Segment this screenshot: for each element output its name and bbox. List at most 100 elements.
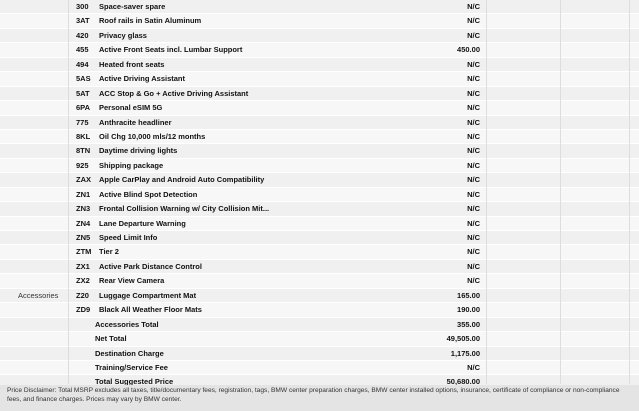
option-code: ZAX bbox=[76, 175, 91, 185]
option-description: Speed Limit Info bbox=[99, 233, 158, 242]
option-row: ZTM Tier 2 N/C bbox=[0, 245, 639, 260]
option-description: Space-saver spare bbox=[99, 2, 166, 11]
option-price: 450.00 bbox=[457, 45, 480, 55]
total-label: Accessories Total bbox=[95, 319, 159, 329]
option-row: 8TN Daytime driving lights N/C bbox=[0, 144, 639, 159]
option-row: ZN4 Lane Departure Warning N/C bbox=[0, 216, 639, 231]
option-price: N/C bbox=[467, 160, 480, 170]
column-divider bbox=[68, 0, 69, 384]
option-description: ACC Stop & Go + Active Driving Assistant bbox=[99, 88, 249, 98]
option-code: 6PA bbox=[76, 103, 91, 113]
option-row: 300 Space-saver spare N/C bbox=[0, 0, 639, 15]
column-divider bbox=[629, 0, 630, 384]
option-code: 8TN bbox=[76, 146, 91, 156]
option-price: N/C bbox=[467, 233, 480, 242]
total-row: Net Total 49,505.00 bbox=[0, 332, 639, 347]
option-row: ZN3 Frontal Collision Warning w/ City Col… bbox=[0, 202, 639, 217]
option-row: 3AT Roof rails in Satin Aluminum N/C bbox=[0, 14, 639, 29]
option-row: ZD9 Black All Weather Floor Mats 190.00 bbox=[0, 303, 639, 318]
option-code: 5AT bbox=[76, 88, 90, 98]
option-code: ZTM bbox=[76, 247, 92, 257]
option-code: 3AT bbox=[76, 16, 90, 26]
option-code: ZN5 bbox=[76, 233, 91, 242]
option-price: N/C bbox=[467, 16, 480, 26]
total-label: Training/Service Fee bbox=[95, 362, 168, 372]
option-price: N/C bbox=[467, 74, 480, 84]
option-row: 6PA Personal eSIM 5G N/C bbox=[0, 101, 639, 116]
option-code: Z20 bbox=[76, 290, 89, 300]
option-code: 775 bbox=[76, 117, 89, 127]
option-description: Luggage Compartment Mat bbox=[99, 290, 197, 300]
option-price: N/C bbox=[467, 247, 480, 257]
option-description: Rear View Camera bbox=[99, 276, 165, 286]
option-category: Accessories bbox=[18, 290, 59, 300]
price-disclaimer: Price Disclaimer: Total MSRP excludes al… bbox=[0, 385, 639, 411]
option-code: 300 bbox=[76, 2, 89, 11]
option-description: Tier 2 bbox=[99, 247, 119, 257]
option-price: N/C bbox=[467, 131, 480, 141]
option-description: Personal eSIM 5G bbox=[99, 103, 163, 113]
option-code: 8KL bbox=[76, 131, 91, 141]
total-row: Training/Service Fee N/C bbox=[0, 360, 639, 376]
option-row: ZAX Apple CarPlay and Android Auto Compat… bbox=[0, 173, 639, 188]
option-price: N/C bbox=[467, 103, 480, 113]
option-row: 5AS Active Driving Assistant N/C bbox=[0, 72, 639, 87]
option-description: Lane Departure Warning bbox=[99, 218, 186, 228]
price-sheet: 300 Space-saver spare N/C 3AT Roof rails in … bbox=[0, 0, 639, 411]
option-price: N/C bbox=[467, 30, 480, 40]
option-price: N/C bbox=[467, 59, 480, 69]
option-description: Black All Weather Floor Mats bbox=[99, 305, 202, 315]
option-description: Active Driving Assistant bbox=[99, 74, 185, 84]
total-row: Accessories Total 355.00 bbox=[0, 317, 639, 333]
option-code: 494 bbox=[76, 59, 89, 69]
option-description: Roof rails in Satin Aluminum bbox=[99, 16, 202, 26]
option-description: Heated front seats bbox=[99, 59, 165, 69]
total-row: Destination Charge 1,175.00 bbox=[0, 346, 639, 361]
option-row: ZN1 Active Blind Spot Detection N/C bbox=[0, 187, 639, 203]
option-price: N/C bbox=[467, 146, 480, 156]
option-price: N/C bbox=[467, 2, 480, 11]
option-description: Daytime driving lights bbox=[99, 146, 178, 156]
option-description: Frontal Collision Warning w/ City Collis… bbox=[99, 204, 270, 214]
option-row: 775 Anthracite headliner N/C bbox=[0, 115, 639, 130]
option-row: Accessories Z20 Luggage Compartment Mat 165… bbox=[0, 288, 639, 304]
option-row: ZX1 Active Park Distance Control N/C bbox=[0, 259, 639, 275]
option-code: ZN4 bbox=[76, 218, 91, 228]
option-description: Oil Chg 10,000 mls/12 months bbox=[99, 131, 206, 141]
option-description: Active Front Seats incl. Lumbar Support bbox=[99, 45, 243, 55]
total-label: Destination Charge bbox=[95, 348, 164, 358]
option-row: 5AT ACC Stop & Go + Active Driving Assist… bbox=[0, 86, 639, 102]
option-price: N/C bbox=[467, 175, 480, 185]
option-price: 190.00 bbox=[457, 305, 480, 315]
option-price: N/C bbox=[467, 276, 480, 286]
option-description: Active Park Distance Control bbox=[99, 261, 202, 271]
column-divider bbox=[560, 0, 561, 384]
option-row: 420 Privacy glass N/C bbox=[0, 28, 639, 44]
total-value: 355.00 bbox=[457, 319, 480, 329]
option-description: Shipping package bbox=[99, 160, 164, 170]
option-price: N/C bbox=[467, 189, 480, 199]
options-table: 300 Space-saver spare N/C 3AT Roof rails in … bbox=[0, 0, 639, 390]
total-value: 49,505.00 bbox=[446, 334, 480, 344]
option-code: 5AS bbox=[76, 74, 91, 84]
option-row: 455 Active Front Seats incl. Lumbar Suppo… bbox=[0, 43, 639, 58]
option-description: Apple CarPlay and Android Auto Compatibi… bbox=[99, 175, 265, 185]
total-label: Net Total bbox=[95, 334, 127, 344]
option-code: 925 bbox=[76, 160, 89, 170]
option-description: Anthracite headliner bbox=[99, 117, 172, 127]
option-price: 165.00 bbox=[457, 290, 480, 300]
option-code: ZD9 bbox=[76, 305, 91, 315]
option-row: ZN5 Speed Limit Info N/C bbox=[0, 231, 639, 246]
option-description: Privacy glass bbox=[99, 30, 147, 40]
option-price: N/C bbox=[467, 204, 480, 214]
option-price: N/C bbox=[467, 88, 480, 98]
option-row: 494 Heated front seats N/C bbox=[0, 57, 639, 73]
option-row: ZX2 Rear View Camera N/C bbox=[0, 274, 639, 289]
option-price: N/C bbox=[467, 261, 480, 271]
option-code: ZN1 bbox=[76, 189, 91, 199]
option-code: 455 bbox=[76, 45, 89, 55]
option-code: 420 bbox=[76, 30, 89, 40]
option-code: ZX1 bbox=[76, 261, 90, 271]
total-value: 1,175.00 bbox=[450, 348, 480, 358]
total-value: N/C bbox=[467, 362, 480, 372]
